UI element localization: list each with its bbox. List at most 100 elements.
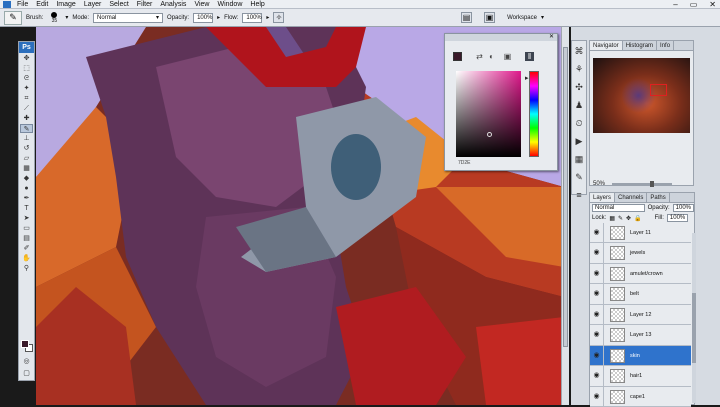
shape-tool-icon[interactable]: ▭ [20,224,33,233]
zoom-slider[interactable] [612,181,672,187]
zoom-slider-knob[interactable] [650,181,654,187]
color-picker-ring[interactable] [487,132,492,137]
visibility-eye-icon[interactable]: ◉ [590,345,604,366]
visibility-eye-icon[interactable]: ◉ [590,263,604,284]
eyedropper-tool-icon[interactable]: ✐ [20,244,33,253]
options-icon[interactable]: ‖ [525,52,534,61]
visibility-eye-icon[interactable]: ◉ [590,284,604,304]
lock-position-icon[interactable]: ✥ [626,215,631,222]
saturation-value-field[interactable] [456,71,521,157]
tab-info[interactable]: Info [657,41,675,50]
workspace-chevron-icon[interactable]: ▾ [541,14,544,21]
clone-stamp-icon[interactable]: ⊥ [20,134,33,143]
zoom-tool-icon[interactable]: ⚲ [20,264,33,273]
type-tool-icon[interactable]: T [20,204,33,213]
pen-tool-icon[interactable]: ✒ [20,194,33,203]
brush-tool-icon[interactable]: ✎ [20,124,33,133]
layer-row[interactable]: ◉ belt [590,284,691,305]
notes-tool-icon[interactable]: ▤ [20,234,33,243]
menu-image[interactable]: Image [56,1,75,8]
lock-paint-icon[interactable]: ✎ [618,215,623,222]
screen-mode-icon[interactable]: ▢ [20,369,33,378]
panel-close-icon[interactable]: ✕ [549,34,554,40]
canvas-vertical-scrollbar[interactable] [561,27,569,405]
brush-dropdown-icon[interactable]: ▾ [65,14,68,21]
visibility-eye-icon[interactable]: ◉ [590,304,604,325]
tab-histogram[interactable]: Histogram [623,41,658,50]
layer-row[interactable]: ◉ Layer 11 [590,222,691,243]
view-box[interactable] [650,84,667,96]
workspace-button[interactable]: Workspace [507,15,537,21]
visibility-eye-icon[interactable]: ◉ [590,222,604,243]
layer-row[interactable]: ◉ Layer 13 [590,325,691,346]
navigator-thumbnail[interactable] [593,58,690,133]
actions-icon[interactable]: ▶ [573,135,585,147]
fill-field[interactable]: 100% [666,214,689,222]
layers-scrollbar-thumb[interactable] [692,293,696,363]
swatches-icon[interactable]: ▦ [573,153,585,165]
web-color-icon[interactable]: ▣ [503,52,512,61]
menu-filter[interactable]: Filter [137,1,153,8]
document-icon[interactable]: ▤ [461,12,473,23]
close-button[interactable]: ✕ [709,0,716,9]
tool-presets-icon[interactable]: ⚘ [573,63,585,75]
airbrush-icon[interactable]: ✧ [273,12,285,23]
lasso-tool-icon[interactable]: ᘓ [20,74,33,83]
layer-row[interactable]: ◉ Layer 12 [590,304,691,325]
tab-paths[interactable]: Paths [647,193,670,202]
layer-row[interactable]: ◉ skin [590,345,691,366]
brush-preview[interactable]: 35 [47,11,61,24]
layer-row[interactable]: ◉ cape1 [590,386,691,407]
opacity-field[interactable]: 100% [193,12,214,23]
swap-icon[interactable]: ⇄ [475,52,484,61]
mode-select[interactable]: Normal ▾ [93,12,164,23]
menu-window[interactable]: Window [217,1,242,8]
gamut-warning-icon[interactable]: ◐ [487,52,496,61]
hue-pointer-icon[interactable]: ▸ [525,74,529,82]
opacity-dropdown-icon[interactable]: ▸ [217,14,220,21]
dodge-tool-icon[interactable]: ● [20,184,33,193]
clone-source-icon[interactable]: ✣ [573,81,585,93]
layer-row[interactable]: ◉ jewels [590,243,691,264]
current-color-swatch[interactable] [453,52,462,61]
visibility-eye-icon[interactable]: ◉ [590,243,604,263]
tab-navigator[interactable]: Navigator [590,41,623,50]
adjustments-icon[interactable]: ≡ [573,189,585,201]
minimize-button[interactable]: – [673,0,677,9]
menu-select[interactable]: Select [109,1,128,8]
scrollbar-thumb[interactable] [563,47,568,347]
visibility-eye-icon[interactable]: ◉ [590,366,604,386]
menu-view[interactable]: View [194,1,209,8]
blur-tool-icon[interactable]: ◆ [20,174,33,183]
stamp-icon[interactable]: ♟ [573,99,585,111]
history-icon[interactable]: ⏲ [573,117,585,129]
bridge-icon[interactable]: ▣ [484,12,496,23]
gradient-tool-icon[interactable]: ▦ [20,164,33,173]
navigator-zoom[interactable]: 50% [593,181,605,187]
magic-wand-icon[interactable]: ✦ [20,84,33,93]
move-tool-icon[interactable]: ✥ [20,54,33,63]
flow-field[interactable]: 100% [242,12,263,23]
path-select-icon[interactable]: ➤ [20,214,33,223]
healing-brush-icon[interactable]: ✚ [20,114,33,123]
menu-file[interactable]: File [17,1,28,8]
menu-layer[interactable]: Layer [84,1,102,8]
crop-tool-icon[interactable]: ⌗ [20,94,33,103]
menu-edit[interactable]: Edit [36,1,48,8]
visibility-eye-icon[interactable]: ◉ [590,386,604,407]
brushes-panel-icon[interactable]: ⌘ [573,45,585,57]
hand-tool-icon[interactable]: ✋ [20,254,33,263]
maximize-button[interactable]: ▭ [690,0,698,9]
layer-opacity-field[interactable]: 100% [672,204,694,212]
menu-help[interactable]: Help [250,1,264,8]
lock-all-icon[interactable]: 🔒 [634,215,641,222]
blend-mode-select[interactable]: Normal [592,204,645,212]
quick-mask-icon[interactable]: ◎ [20,357,33,366]
styles-icon[interactable]: ✎ [573,171,585,183]
layer-row[interactable]: ◉ hair1 [590,366,691,387]
history-brush-icon[interactable]: ↺ [20,144,33,153]
menu-analysis[interactable]: Analysis [160,1,186,8]
layer-row[interactable]: ◉ amulet/crown [590,263,691,284]
visibility-eye-icon[interactable]: ◉ [590,325,604,345]
lock-transparency-icon[interactable]: ▦ [609,215,615,222]
